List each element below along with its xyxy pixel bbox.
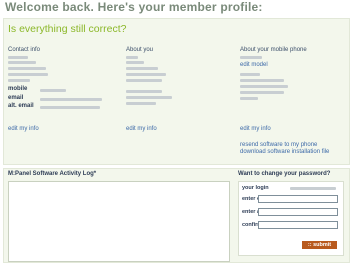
password-change-title: Want to change your password?: [238, 171, 331, 177]
phone-model-redacted: [240, 56, 262, 59]
about-line-redacted: [126, 61, 144, 64]
login-value-redacted: [290, 187, 336, 190]
profile-question: Is everything still correct?: [8, 23, 127, 35]
contact-country-redacted: [8, 79, 30, 82]
activity-log-box[interactable]: [8, 181, 230, 262]
contact-edit-link[interactable]: edit my info: [8, 126, 39, 132]
email-value-redacted: [40, 98, 102, 101]
login-label: your login: [242, 185, 269, 191]
contact-info-header: Contact info: [8, 47, 41, 53]
mobile-value-redacted: [40, 89, 66, 92]
contact-address2-redacted: [8, 73, 48, 76]
about-line-redacted: [126, 96, 172, 99]
contact-name-redacted: [8, 56, 28, 59]
about-edit-link[interactable]: edit my info: [126, 126, 157, 132]
phone-line-redacted: [240, 97, 258, 100]
submit-button[interactable]: :: submit: [302, 241, 337, 249]
alt-email-value-redacted: [40, 106, 100, 109]
mobile-label: mobile: [8, 86, 28, 92]
confirm-password-field[interactable]: [258, 221, 338, 229]
about-line-redacted: [126, 56, 138, 59]
download-software-link[interactable]: download software installation file: [240, 149, 329, 155]
phone-line-redacted: [240, 73, 260, 76]
about-line-redacted: [126, 67, 158, 70]
about-line-redacted: [126, 102, 156, 105]
page-title: Welcome back. Here's your member profile…: [5, 0, 263, 14]
about-line-redacted: [126, 79, 162, 82]
phone-line-redacted: [240, 91, 284, 94]
about-line-redacted: [126, 90, 162, 93]
contact-company-redacted: [8, 61, 36, 64]
contact-address-redacted: [8, 67, 46, 70]
about-you-header: About you: [126, 47, 154, 53]
edit-model-link[interactable]: edit model: [240, 62, 268, 68]
activity-log-title: M:Panel Software Activity Log*: [8, 171, 97, 177]
alt-email-label: alt. email: [8, 103, 34, 109]
new-password-field[interactable]: [258, 208, 338, 216]
current-password-field[interactable]: [258, 195, 338, 203]
resend-software-link[interactable]: resend software to my phone: [240, 142, 317, 148]
phone-line-redacted: [240, 85, 288, 88]
mobile-phone-header: About your mobile phone: [240, 47, 307, 53]
email-label: email: [8, 95, 24, 101]
about-line-redacted: [126, 73, 166, 76]
phone-edit-link[interactable]: edit my info: [240, 126, 271, 132]
phone-line-redacted: [240, 79, 284, 82]
